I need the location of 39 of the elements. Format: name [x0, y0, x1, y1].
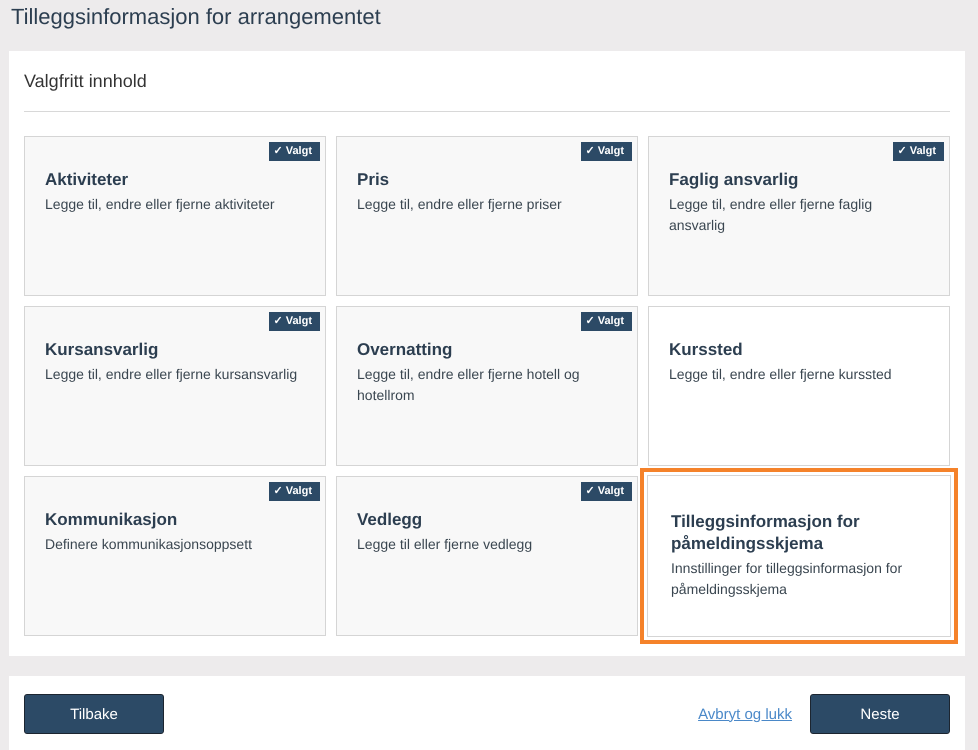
card-title: Faglig ansvarlig — [669, 169, 800, 191]
card-title: Pris — [357, 169, 390, 191]
next-button[interactable]: Neste — [810, 694, 950, 734]
card-description: Legge til, endre eller fjerne faglig ansvarlig — [669, 195, 874, 235]
card-description: Legge til eller fjerne vedlegg — [357, 535, 534, 554]
card-title: Vedlegg — [357, 509, 424, 531]
selected-badge: ✓ Valgt — [268, 482, 320, 501]
card-title: Aktiviteter — [45, 169, 130, 191]
card-title: Kommunikasjon — [45, 509, 178, 531]
selected-badge: ✓ Valgt — [892, 142, 944, 161]
card-description: Legge til, endre eller fjerne kursansvarlig — [45, 365, 298, 384]
option-card[interactable]: ✓ Valgt Kommunikasjon Definere kommunikasjonsoppsett — [24, 476, 326, 636]
card-title: Kursansvarlig — [45, 339, 160, 361]
card-title: Kurssted — [669, 339, 744, 361]
option-card[interactable]: ✓ Valgt Aktiviteter Legge til, endre eller fjerne aktiviteter — [24, 136, 326, 296]
page-title: Tilleggsinformasjon for arrangementet — [10, 3, 382, 31]
selected-badge: ✓ Valgt — [268, 142, 320, 161]
back-button[interactable]: Tilbake — [24, 694, 164, 734]
card-title: Tilleggsinformasjon for påmeldingsskjema — [671, 511, 861, 555]
option-card[interactable]: ✓ Valgt Kursansvarlig Legge til, endre eller fjerne kursansvarlig — [24, 306, 326, 466]
card-description: Innstillinger for tilleggsinformasjon for påmeldingsskjema — [671, 559, 904, 599]
selected-badge: ✓ Valgt — [580, 312, 632, 331]
option-card[interactable]: Tilleggsinformasjon for påmeldingsskjema Innstillinger for tilleggsinformasjon for påmeldingsskjema — [640, 468, 958, 644]
option-card[interactable]: ✓ Valgt Vedlegg Legge til eller fjerne vedlegg — [336, 476, 638, 636]
selected-badge: ✓ Valgt — [580, 482, 632, 501]
selected-badge: ✓ Valgt — [580, 142, 632, 161]
option-card[interactable]: ✓ Valgt Overnatting Legge til, endre eller fjerne hotell og hotellrom — [336, 306, 638, 466]
option-card[interactable]: ✓ Valgt Faglig ansvarlig Legge til, endre eller fjerne faglig ansvarlig — [648, 136, 950, 296]
card-title: Overnatting — [357, 339, 454, 361]
card-description: Legge til, endre eller fjerne hotell og hotellrom — [357, 365, 581, 405]
section-heading: Valgfritt innhold — [24, 70, 148, 93]
card-description: Legge til, endre eller fjerne priser — [357, 195, 563, 214]
selected-badge: ✓ Valgt — [268, 312, 320, 331]
card-description: Legge til, endre eller fjerne aktiviteter — [45, 195, 276, 214]
card-description: Legge til, endre eller fjerne kurssted — [669, 365, 893, 384]
cancel-link[interactable]: Avbryt og lukk — [698, 706, 792, 722]
option-card[interactable]: ✓ Valgt Pris Legge til, endre eller fjerne priser — [336, 136, 638, 296]
card-description: Definere kommunikasjonsoppsett — [45, 535, 253, 554]
option-card[interactable]: Kurssted Legge til, endre eller fjerne kurssted — [648, 306, 950, 466]
